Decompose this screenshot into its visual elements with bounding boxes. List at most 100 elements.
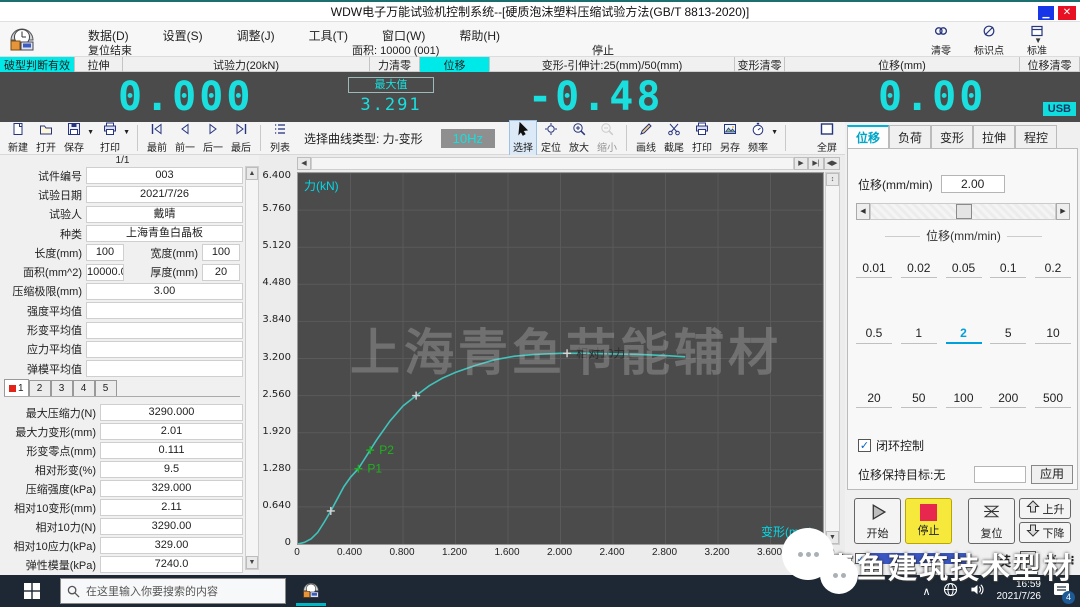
field-value-input[interactable]: 003: [86, 167, 243, 184]
field-value-input[interactable]: 100: [86, 244, 124, 261]
speed-preset-button-10[interactable]: 10: [1035, 326, 1071, 344]
taskbar-search-input[interactable]: 在这里输入你要搜索的内容: [60, 578, 286, 604]
标识点-button[interactable]: 标识点: [972, 24, 1006, 57]
tab-负荷[interactable]: 负荷: [889, 125, 931, 148]
field-value-input[interactable]: 3.00: [86, 283, 243, 300]
speed-preset-button-0.02[interactable]: 0.02: [901, 261, 937, 278]
specimen-tab-2[interactable]: 2: [29, 380, 51, 396]
toolbar-最前[interactable]: 最前: [143, 121, 171, 155]
field-value-input[interactable]: [86, 322, 243, 339]
menu-item-1[interactable]: 设置(S): [159, 25, 207, 46]
清零-button[interactable]: 清零: [924, 24, 958, 57]
speed-preset-button-500[interactable]: 500: [1035, 391, 1071, 408]
toolbar-截尾[interactable]: 截尾: [660, 121, 688, 155]
chevron-down-icon[interactable]: ▼: [123, 129, 130, 136]
tab-变形[interactable]: 变形: [931, 125, 973, 148]
button-label: 复位: [981, 525, 1003, 541]
speed-preset-button-0.1[interactable]: 0.1: [990, 261, 1026, 278]
chevron-down-icon[interactable]: ▼: [87, 129, 94, 136]
field-value-input[interactable]: 100: [202, 244, 240, 261]
scroll-fit-icon[interactable]: ◀▶: [824, 157, 840, 170]
hscroll-track[interactable]: [311, 157, 794, 170]
停止-button[interactable]: 停止: [905, 498, 952, 544]
speed-preset-button-0.01[interactable]: 0.01: [856, 261, 892, 278]
toolbar-前一[interactable]: 前一: [171, 121, 199, 155]
close-button[interactable]: ✕: [1058, 6, 1076, 20]
toolbar-打印[interactable]: ▼打印: [96, 121, 124, 155]
toolbar-列表[interactable]: 列表: [266, 121, 294, 155]
field-value-input[interactable]: [86, 302, 243, 319]
开始-button[interactable]: 开始: [854, 498, 901, 544]
field-value-input[interactable]: 20: [202, 264, 240, 281]
toolbar-选择[interactable]: 选择: [509, 120, 537, 156]
specimen-tab-1[interactable]: 1: [4, 379, 29, 396]
toolbar-后一[interactable]: 后一: [199, 121, 227, 155]
slider-track[interactable]: [870, 203, 1056, 220]
toolbar-放大[interactable]: 放大: [565, 121, 593, 155]
speed-preset-button-0.05[interactable]: 0.05: [946, 261, 982, 278]
speed-preset-button-200[interactable]: 200: [990, 391, 1026, 408]
标准-button[interactable]: 标准▼: [1020, 24, 1054, 57]
hold-target-input[interactable]: [974, 466, 1026, 483]
chevron-down-icon[interactable]: ▼: [771, 129, 778, 136]
tab-程控[interactable]: 程控: [1015, 125, 1057, 148]
chart-vscrollbar[interactable]: ↕ ▼: [825, 172, 840, 545]
toolbar-打印[interactable]: 打印: [688, 121, 716, 155]
scroll-down-icon[interactable]: ▼: [246, 556, 258, 569]
scroll-updown-icon[interactable]: ↕: [826, 173, 839, 186]
tab-拉伸[interactable]: 拉伸: [973, 125, 1015, 148]
speed-preset-button-0.2[interactable]: 0.2: [1035, 261, 1071, 278]
scroll-end-icon[interactable]: ▶|: [808, 157, 824, 170]
minimize-button[interactable]: ▁: [1038, 6, 1054, 20]
specimen-tab-3[interactable]: 3: [51, 380, 73, 396]
field-value-input[interactable]: 上海青鱼白晶板: [86, 225, 243, 242]
复位-button[interactable]: 复位: [968, 498, 1015, 544]
specimen-tab-4[interactable]: 4: [73, 380, 95, 396]
toolbar-缩小[interactable]: 缩小: [593, 121, 621, 155]
windows-start-button[interactable]: [12, 583, 52, 599]
speed-preset-button-1[interactable]: 1: [901, 326, 937, 344]
speed-preset-button-2[interactable]: 2: [946, 326, 982, 344]
speed-preset-button-50[interactable]: 50: [901, 391, 937, 408]
field-value-input[interactable]: 戴晴: [86, 206, 243, 223]
speed-slider[interactable]: ◀ ▶: [856, 203, 1070, 220]
taskbar-app-icon[interactable]: [296, 576, 326, 606]
speed-preset-button-0.5[interactable]: 0.5: [856, 326, 892, 344]
toolbar-全屏[interactable]: 全屏: [813, 121, 841, 155]
field-value-input[interactable]: [86, 341, 243, 358]
slider-left-icon[interactable]: ◀: [856, 203, 870, 220]
下降-button[interactable]: 下降: [1019, 522, 1071, 543]
field-value-input[interactable]: 2021/7/26: [86, 186, 243, 203]
apply-button[interactable]: 应用: [1031, 465, 1073, 484]
toolbar-另存[interactable]: 另存: [716, 121, 744, 155]
speed-input[interactable]: 2.00: [941, 175, 1005, 193]
toolbar-定位[interactable]: 定位: [537, 121, 565, 155]
menu-item-3[interactable]: 工具(T): [305, 25, 352, 46]
speed-preset-button-5[interactable]: 5: [990, 326, 1026, 344]
field-value-input[interactable]: [86, 360, 243, 377]
menu-item-2[interactable]: 调整(J): [233, 25, 279, 46]
result-row: 相对10变形(mm)2.11: [0, 498, 245, 517]
tab-位移[interactable]: 位移: [847, 125, 889, 148]
scroll-left-icon[interactable]: ◀: [297, 157, 311, 170]
上升-button[interactable]: 上升: [1019, 498, 1071, 519]
specimen-tab-5[interactable]: 5: [95, 380, 117, 396]
toolbar-新建[interactable]: 新建: [4, 121, 32, 155]
toolbar-保存[interactable]: ▼保存: [60, 121, 88, 155]
speed-preset-button-20[interactable]: 20: [856, 391, 892, 408]
specimen-tabs: 12345: [4, 380, 240, 397]
toolbar-打开[interactable]: 打开: [32, 121, 60, 155]
slider-right-icon[interactable]: ▶: [1056, 203, 1070, 220]
menu-item-5[interactable]: 帮助(H): [455, 25, 504, 46]
chevron-down-icon[interactable]: ▼: [1034, 36, 1042, 45]
field-value-input[interactable]: 10000.00: [86, 264, 124, 281]
closed-loop-checkbox[interactable]: ✓: [858, 439, 871, 452]
toolbar-频率[interactable]: ▼频率: [744, 121, 772, 155]
toolbar-最后[interactable]: 最后: [227, 121, 255, 155]
toolbar-画线[interactable]: 画线: [632, 121, 660, 155]
chart-hscrollbar[interactable]: ◀ ▶ ▶| ◀▶: [297, 157, 840, 170]
scroll-right-icon[interactable]: ▶: [794, 157, 808, 170]
speed-preset-button-100[interactable]: 100: [946, 391, 982, 408]
slider-thumb[interactable]: [956, 204, 972, 219]
plot-area[interactable]: P1P2相对10力1 上海青鱼节能辅材 力(kN) 变形(mm): [297, 172, 824, 545]
